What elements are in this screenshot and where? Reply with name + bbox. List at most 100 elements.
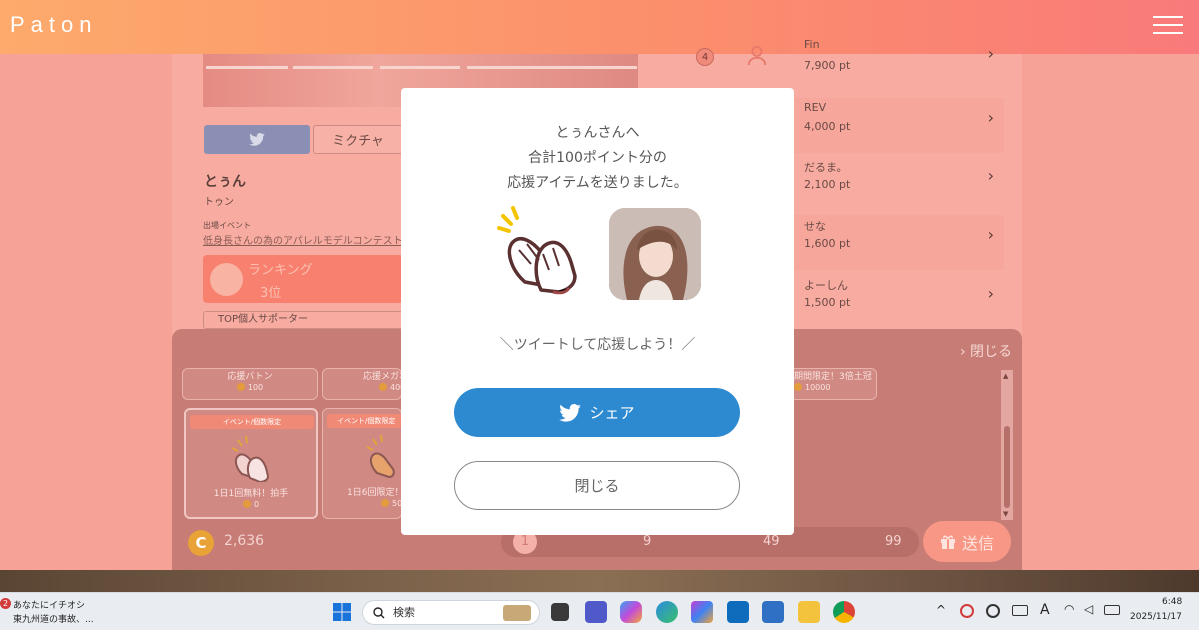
coin-icon xyxy=(236,383,245,391)
quantity-option[interactable]: 9 xyxy=(643,534,651,549)
ranking-user-name: REV xyxy=(804,101,827,114)
ime-indicator[interactable]: A xyxy=(1040,602,1050,618)
ranking-points: 1,600 pt xyxy=(804,237,851,250)
wifi-icon[interactable]: ◠ xyxy=(1064,602,1074,616)
taskbar-search-input[interactable]: 検索 xyxy=(362,600,540,625)
chevron-right-icon: › xyxy=(987,225,994,244)
ranking-badge: ランキング 3位 xyxy=(203,255,403,303)
gift-item-card[interactable]: イベント/個数限定 1日1回無料！拍手 0 xyxy=(184,408,318,519)
windows-start-icon[interactable] xyxy=(331,601,353,623)
rank-number-badge: 4 xyxy=(696,48,714,66)
gift-item-card[interactable]: 応援バトン 100 xyxy=(182,368,318,400)
teams-icon[interactable] xyxy=(585,601,607,623)
ranking-user-name: よーしん xyxy=(804,279,848,292)
search-icon xyxy=(373,607,385,619)
gift-item-cost: 50 xyxy=(323,499,402,508)
dialog-close-button[interactable]: 閉じる xyxy=(454,461,740,510)
hamburger-menu-icon[interactable] xyxy=(1153,16,1183,36)
ranking-user-name: Fin xyxy=(804,38,820,51)
chrome-icon[interactable] xyxy=(833,601,855,623)
gift-item-cost: 10000 xyxy=(794,383,876,392)
profile-name-kana: トゥン xyxy=(204,197,234,208)
gift-item-cost: 400 xyxy=(323,383,401,392)
sync-icon[interactable] xyxy=(986,604,1000,618)
news-widget-subtitle[interactable]: 東九州道の事故、... xyxy=(13,612,94,625)
dialog-message-line: 応援アイテムを送りました。 xyxy=(507,175,688,191)
store-icon[interactable] xyxy=(762,601,784,623)
taskbar-clock-time[interactable]: 6:48 xyxy=(1162,597,1182,607)
gift-item-name: 1日6回限定！ xyxy=(347,488,401,498)
mixch-link-button[interactable]: ミクチャ xyxy=(313,125,403,154)
event-label: 出場イベント xyxy=(203,221,251,230)
gift-item-name: 1日1回無料！拍手 xyxy=(213,489,289,499)
coin-icon xyxy=(242,500,251,508)
taskbar-clock-date[interactable]: 2025/11/17 xyxy=(1130,612,1182,622)
search-highlight-icon xyxy=(503,605,531,621)
dialog-message-line: とぅんさんへ xyxy=(555,125,640,141)
ranking-value: 3位 xyxy=(260,286,282,301)
ranking-row[interactable]: 4 Fin 7,900 pt › xyxy=(640,38,1004,95)
task-view-icon[interactable] xyxy=(551,603,569,621)
ranking-points: 1,500 pt xyxy=(804,296,851,309)
gift-item-name: 応援メガホン xyxy=(363,372,401,382)
battery-icon[interactable] xyxy=(1104,605,1120,615)
copilot-icon[interactable] xyxy=(620,601,642,623)
outlook-icon[interactable] xyxy=(727,601,749,623)
desktop-wallpaper xyxy=(0,570,1199,592)
edge-browser-icon[interactable] xyxy=(656,601,678,623)
gift-sent-dialog: とぅんさんへ 合計100ポイント分の 応援アイテムを送りました。 ＼ツイートして… xyxy=(401,88,794,535)
scroll-up-icon[interactable]: ▲ xyxy=(1003,372,1008,380)
send-button[interactable]: 送信 xyxy=(923,521,1011,562)
quantity-option[interactable]: 49 xyxy=(763,534,780,549)
gift-item-card[interactable]: 期間限定！3倍土冠 10000 xyxy=(794,368,877,400)
chevron-right-icon: › xyxy=(987,108,994,127)
app-header: Paton xyxy=(0,0,1199,54)
keyboard-icon[interactable] xyxy=(1012,605,1028,616)
ranking-user-name: だるま。 xyxy=(804,161,848,174)
coin-balance: 2,636 xyxy=(224,533,265,549)
file-explorer-icon[interactable] xyxy=(798,601,820,623)
limited-tag: イベント/個数限定 xyxy=(327,414,403,428)
coin-icon xyxy=(794,383,802,391)
share-button[interactable]: シェア xyxy=(454,388,740,437)
ranking-points: 2,100 pt xyxy=(804,178,851,191)
news-badge: 2 xyxy=(0,598,11,609)
coin-balance-icon: C xyxy=(188,530,214,556)
chevron-right-icon: › xyxy=(987,284,994,303)
microsoft365-icon[interactable] xyxy=(691,601,713,623)
twitter-icon xyxy=(249,133,265,146)
clapping-hands-icon xyxy=(497,206,577,295)
gift-list-scrollbar[interactable]: ▲ ▼ xyxy=(1001,370,1013,520)
gift-item-name: 応援バトン xyxy=(227,372,273,382)
twitter-link-button[interactable] xyxy=(204,125,310,154)
event-link[interactable]: 低身長さんの為のアパレルモデルコンテスト xyxy=(203,232,401,247)
user-icon xyxy=(747,45,767,66)
crown-icon xyxy=(210,263,243,296)
app-logo[interactable]: Paton xyxy=(10,12,98,38)
news-widget-title[interactable]: あなたにイチオシ xyxy=(13,598,85,611)
top-supporter-label: TOP個人サポーター xyxy=(203,311,403,329)
gift-item-card[interactable]: イベント/個数限定 1日6回限定！ 50 xyxy=(322,408,403,519)
chevron-up-icon[interactable]: ^ xyxy=(936,603,946,617)
quantity-option[interactable]: 99 xyxy=(885,534,902,549)
security-alert-icon[interactable] xyxy=(960,604,974,618)
gift-item-cost: 100 xyxy=(183,383,317,392)
panel-close-button[interactable]: › 閉じる xyxy=(960,341,1012,361)
gift-icon xyxy=(940,535,955,549)
volume-icon[interactable]: ◁ xyxy=(1084,602,1093,616)
gift-item-card[interactable]: 応援メガホン 400 xyxy=(322,368,402,400)
dialog-message-line: 合計100ポイント分の xyxy=(528,150,667,166)
recipient-avatar xyxy=(609,208,701,300)
ranking-title: ランキング xyxy=(248,263,313,278)
windows-taskbar: 2 あなたにイチオシ 東九州道の事故、... 検索 ^ A ◠ ◁ 6:48 2… xyxy=(0,592,1199,630)
profile-name: とぅん xyxy=(204,174,246,190)
chevron-right-icon: › xyxy=(987,166,994,185)
limited-tag: イベント/個数限定 xyxy=(190,415,314,429)
ranking-points: 7,900 pt xyxy=(804,59,851,72)
gift-item-cost: 0 xyxy=(186,500,316,509)
twitter-icon xyxy=(559,403,582,422)
ranking-points: 4,000 pt xyxy=(804,120,851,133)
coin-icon xyxy=(381,499,389,507)
chevron-right-icon: › xyxy=(987,44,994,63)
scroll-down-icon[interactable]: ▼ xyxy=(1003,510,1008,518)
